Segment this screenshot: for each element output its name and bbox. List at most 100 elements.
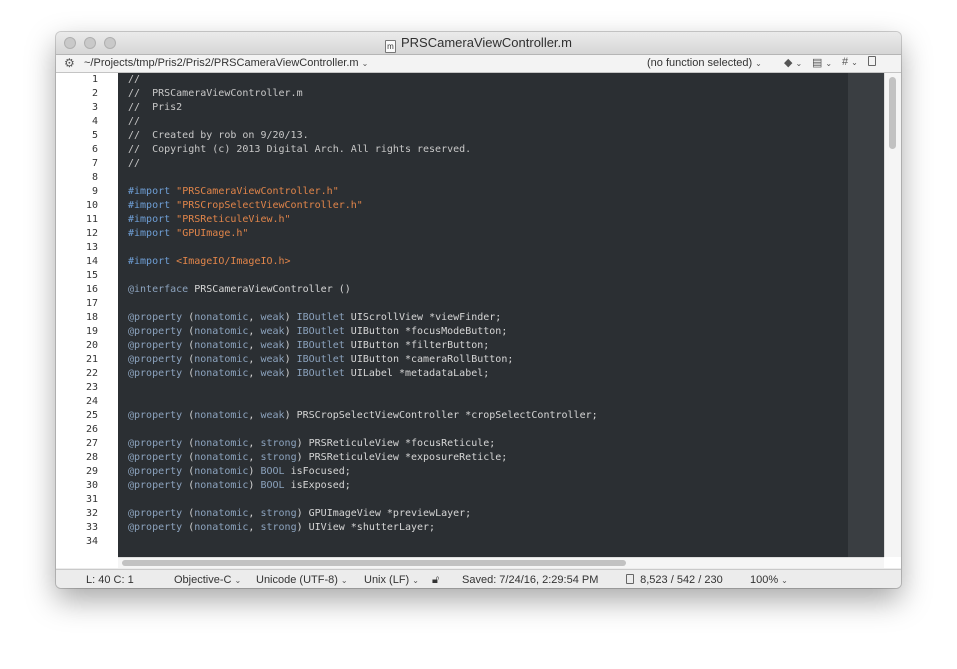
code-line: #import "PRSCameraViewController.h": [118, 185, 848, 199]
code-token: nonatomic: [194, 312, 249, 323]
code-token: UIButton *focusModeButton;: [344, 326, 508, 337]
chevron-down-icon: ⌄: [412, 576, 419, 585]
chevron-down-icon: ⌄: [361, 59, 369, 68]
line-number-gutter: 1 2 3 4 5 6 7 8 9 10 11 12 13 14 15 16 17 18 19 20 21 22 23 24 2…: [56, 73, 118, 568]
vertical-scroll-thumb[interactable]: [889, 77, 896, 149]
line-number: 1: [91, 74, 98, 85]
horizontal-scroll-thumb[interactable]: [122, 560, 626, 566]
saved-timestamp: Saved: 7/24/16, 2:29:54 PM: [462, 574, 599, 586]
code-token: (: [182, 326, 195, 337]
editor-window: m PRSCameraViewController.m ⚙ ~/Projects/…: [56, 32, 901, 588]
code-token: weak: [260, 368, 285, 379]
hash-menu[interactable]: # ⌄: [842, 56, 858, 68]
code-token: (: [182, 522, 195, 533]
title-bar: m PRSCameraViewController.m: [56, 32, 901, 55]
line-number: 30: [85, 480, 98, 491]
language-menu[interactable]: Objective-C ⌄: [174, 574, 241, 586]
code-line: @property (nonatomic, weak) IBOutlet UIS…: [118, 311, 848, 325]
code-token: (: [182, 368, 195, 379]
code-token: ): [248, 466, 261, 477]
code-token: ,: [248, 522, 261, 533]
code-token: IBOutlet: [296, 312, 345, 323]
window-title-wrap: m PRSCameraViewController.m: [56, 35, 901, 53]
code-token: @property: [128, 326, 183, 337]
code-line: @property (nonatomic) BOOL isExposed;: [118, 479, 848, 493]
line-number: 25: [85, 410, 98, 421]
document-counts: 8,523 / 542 / 230: [640, 574, 723, 586]
file-path-menu[interactable]: ~/Projects/tmp/Pris2/Pris2/PRSCameraView…: [84, 57, 368, 69]
code-token: #import: [128, 186, 177, 197]
line-number: 4: [91, 116, 98, 127]
line-number: 15: [85, 270, 98, 281]
document-info: 8,523 / 542 / 230: [626, 574, 723, 586]
code-token: // Created by rob on 9/20/13.: [128, 130, 309, 141]
code-line: #import "GPUImage.h": [118, 227, 848, 241]
code-line: #import "PRSCropSelectViewController.h": [118, 199, 848, 213]
code-token: IBOutlet: [296, 340, 345, 351]
code-line: @property (nonatomic, strong) PRSReticul…: [118, 437, 848, 451]
code-line: @interface PRSCameraViewController (): [118, 283, 848, 297]
code-line: //: [118, 157, 848, 171]
line-number: 26: [85, 424, 98, 435]
lock-icon[interactable]: 🔓︎: [432, 574, 439, 587]
line-number: 7: [91, 158, 98, 169]
code-token: nonatomic: [194, 326, 249, 337]
code-token: BOOL: [260, 480, 285, 491]
zoom-menu[interactable]: 100% ⌄: [750, 574, 788, 586]
code-token: weak: [260, 410, 285, 421]
code-token: (: [182, 466, 195, 477]
code-token: weak: [260, 326, 285, 337]
line-number: 32: [85, 508, 98, 519]
code-token: nonatomic: [194, 340, 249, 351]
code-line: @property (nonatomic) BOOL isFocused;: [118, 465, 848, 479]
code-line: // Pris2: [118, 101, 848, 115]
code-token: ): [284, 312, 297, 323]
chevron-down-icon: ⌄: [340, 576, 348, 585]
chevron-down-icon: ⌄: [234, 576, 242, 585]
code-token: UIButton *cameraRollButton;: [344, 354, 514, 365]
code-token: #import: [128, 228, 177, 239]
marker-icon: ◆: [784, 57, 793, 69]
code-token: @property: [128, 340, 183, 351]
code-token: ): [248, 480, 261, 491]
window-title: PRSCameraViewController.m: [401, 35, 572, 50]
line-number: 29: [85, 466, 98, 477]
line-number: 9: [91, 186, 98, 197]
horizontal-scrollbar[interactable]: [118, 557, 884, 568]
line-number: 27: [85, 438, 98, 449]
marker-menu[interactable]: ◆ ⌄: [784, 56, 802, 69]
code-token: // Pris2: [128, 102, 183, 113]
code-token: //: [128, 74, 141, 85]
code-token: #import: [128, 256, 177, 267]
code-token: nonatomic: [194, 410, 249, 421]
code-token: // PRSCameraViewController.m: [128, 88, 303, 99]
function-menu[interactable]: (no function selected) ⌄: [647, 57, 762, 69]
code-token: ,: [248, 452, 261, 463]
encoding-menu[interactable]: Unicode (UTF-8) ⌄: [256, 574, 348, 586]
vertical-scrollbar[interactable]: [884, 73, 901, 557]
code-token: ,: [248, 354, 261, 365]
code-line: @property (nonatomic, weak) IBOutlet UIB…: [118, 325, 848, 339]
status-bar: L: 40 C: 1 Objective-C ⌄ Unicode (UTF-8) ⌄…: [56, 569, 901, 588]
code-text-view[interactable]: // // PRSCameraViewController.m // Pris2 //…: [118, 73, 848, 557]
line-number: 23: [85, 382, 98, 393]
line-endings-menu[interactable]: Unix (LF) ⌄: [364, 574, 419, 586]
code-token: weak: [260, 312, 285, 323]
gear-icon[interactable]: ⚙: [64, 56, 75, 70]
documents-icon: ▤: [812, 57, 823, 69]
code-token: nonatomic: [194, 480, 249, 491]
code-token: @property: [128, 368, 183, 379]
code-token: ) PRSReticuleView *focusReticule;: [296, 438, 496, 449]
chevron-down-icon: ⌄: [851, 58, 858, 67]
documents-menu[interactable]: ▤ ⌄: [812, 56, 832, 69]
minimap[interactable]: [848, 73, 884, 557]
new-document-menu[interactable]: [868, 56, 876, 68]
code-token: ,: [248, 410, 261, 421]
file-path: ~/Projects/tmp/Pris2/Pris2/PRSCameraView…: [84, 57, 359, 69]
code-token: //: [128, 158, 141, 169]
code-line: @property (nonatomic, weak) IBOutlet UIL…: [118, 367, 848, 381]
code-token: UIButton *filterButton;: [344, 340, 490, 351]
